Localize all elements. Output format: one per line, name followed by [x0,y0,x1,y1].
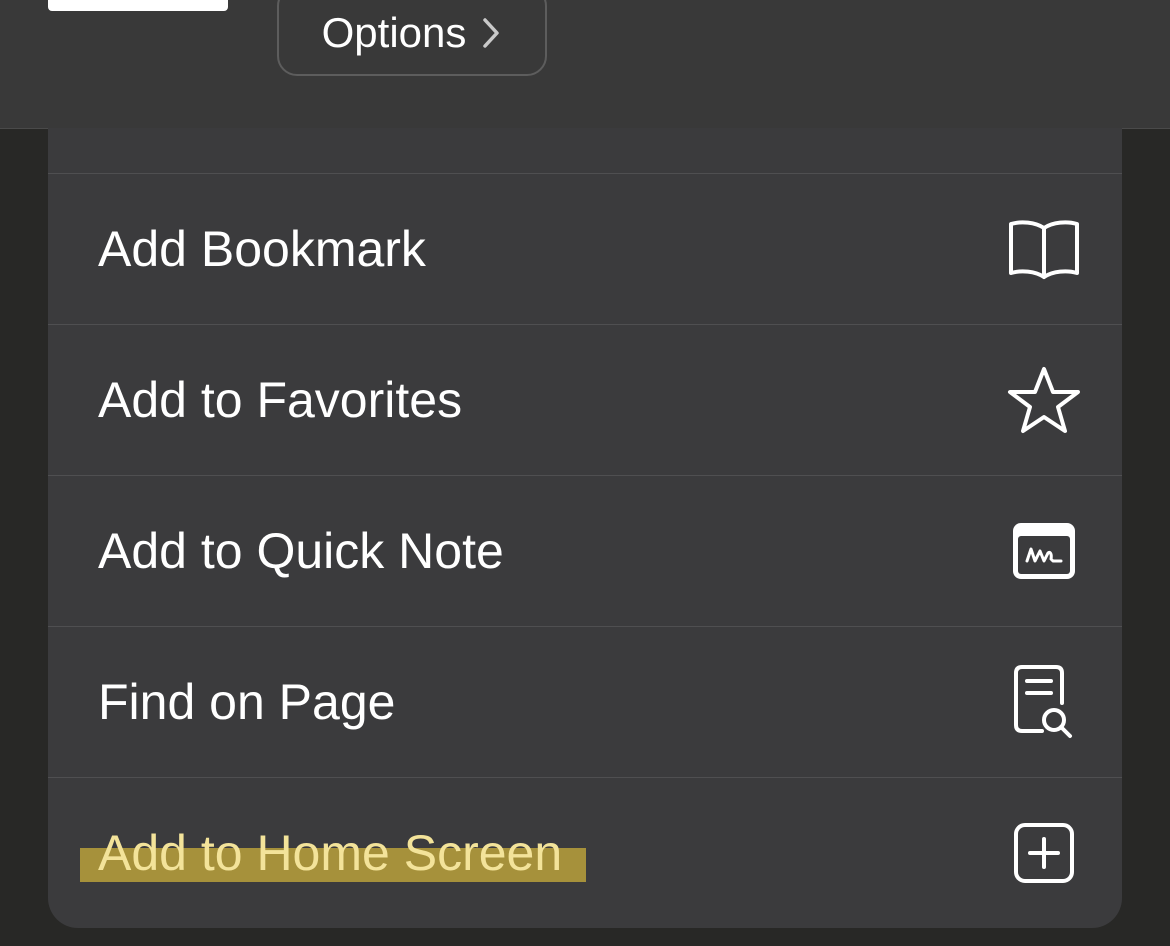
menu-item-find-on-page[interactable]: Find on Page [48,627,1122,778]
star-icon [1006,362,1082,438]
menu-item-label: Add to Favorites [98,372,463,428]
chevron-right-icon [483,18,500,48]
menu-top-spacer [48,128,1122,174]
share-sheet-screen: Options Add Bookmark Add to Favorites Ad… [0,0,1170,946]
actions-menu: Add Bookmark Add to Favorites Add to Qui… [48,128,1122,928]
menu-item-label: Add to Quick Note [98,523,504,579]
menu-item-add-to-home-screen[interactable]: Add to Home Screen [48,778,1122,928]
menu-item-add-bookmark[interactable]: Add Bookmark [48,174,1122,325]
share-sheet-header: Options [0,0,1170,129]
add-square-icon [1006,815,1082,891]
menu-item-label: Add to Home Screen [98,825,563,881]
menu-item-label: Add Bookmark [98,221,426,277]
options-label: Options [321,9,467,56]
quick-note-icon [1006,513,1082,589]
content-preview-tab [48,0,228,11]
menu-item-add-to-quick-note[interactable]: Add to Quick Note [48,476,1122,627]
menu-item-add-to-favorites[interactable]: Add to Favorites [48,325,1122,476]
menu-item-label: Find on Page [98,674,396,730]
find-on-page-icon [1006,664,1082,740]
book-icon [1006,211,1082,287]
options-button[interactable]: Options [277,0,547,76]
